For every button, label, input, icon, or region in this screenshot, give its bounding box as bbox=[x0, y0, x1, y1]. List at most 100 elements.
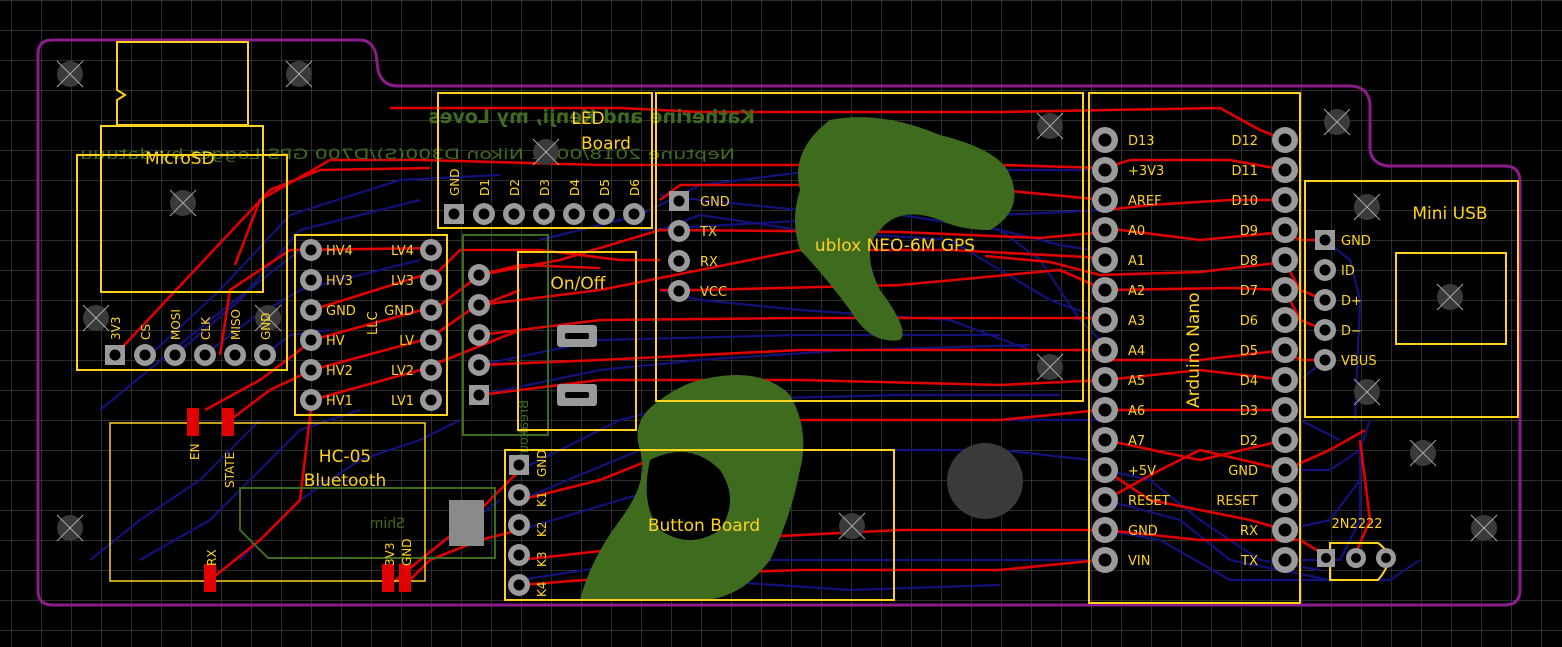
arduino-pin-label-l-9: A6 bbox=[1128, 404, 1145, 419]
arduino-pin-l-4-hole bbox=[1098, 253, 1112, 267]
transistor-pin-3-hole bbox=[1381, 553, 1391, 563]
usb-pin-label-2: D+ bbox=[1341, 294, 1362, 309]
bluetooth-pin-label-gnd: GND bbox=[400, 538, 414, 566]
arduino-pin-label-r-3: D9 bbox=[1240, 224, 1258, 239]
arduino-pin-l-13-hole bbox=[1098, 523, 1112, 537]
button-board-title: Button Board bbox=[648, 516, 760, 536]
bluetooth-pin-label-3v3: 3V3 bbox=[383, 543, 397, 566]
arduino-pin-label-l-11: +5V bbox=[1128, 464, 1156, 479]
llc-pin-hv-hole bbox=[305, 334, 317, 346]
breakout-pin-3-hole bbox=[473, 329, 485, 341]
gps-pin-label-gnd: GND bbox=[700, 195, 730, 210]
arduino-pin-label-r-5: D7 bbox=[1240, 284, 1258, 299]
bluetooth-pad-rx bbox=[204, 564, 216, 592]
llc-pin-label-hv3: HV3 bbox=[326, 274, 353, 289]
transistor-pin-2-hole bbox=[1351, 553, 1361, 563]
led-pin-d6-hole bbox=[628, 208, 640, 220]
led-pin-label-gnd: GND bbox=[448, 168, 462, 196]
arduino-pin-label-l-7: A4 bbox=[1128, 344, 1145, 359]
bluetooth-pin-label-en: EN bbox=[188, 443, 202, 460]
arduino-pin-l-1-hole bbox=[1098, 163, 1112, 177]
arduino-pin-l-10-hole bbox=[1098, 433, 1112, 447]
led-board-title-2: Board bbox=[581, 134, 631, 154]
microsd-pin-label-gnd: GND bbox=[259, 312, 273, 340]
button-pin-label-k3: K3 bbox=[535, 551, 549, 567]
llc-pin-label-gnd: GND bbox=[326, 304, 356, 319]
llc-pin-r-lv-hole bbox=[425, 334, 437, 346]
arduino-pin-label-l-13: GND bbox=[1128, 524, 1158, 539]
arduino-pin-label-r-4: D8 bbox=[1240, 254, 1258, 269]
llc-pin-label-hv1: HV1 bbox=[326, 394, 353, 409]
led-board-title-1: LED bbox=[571, 109, 604, 129]
microsd-pin-label-cs: CS bbox=[139, 324, 153, 340]
bluetooth-pad-state bbox=[222, 408, 234, 436]
llc-pin-r-lv2-hole bbox=[425, 364, 437, 376]
arduino-pin-label-r-8: D4 bbox=[1240, 374, 1258, 389]
usb-title: Mini USB bbox=[1412, 204, 1487, 224]
button-pin-gnd-hole bbox=[513, 459, 525, 471]
arduino-pin-label-l-2: AREF bbox=[1128, 194, 1162, 209]
arduino-pin-l-11-hole bbox=[1098, 463, 1112, 477]
usb-pin-2-hole bbox=[1319, 294, 1331, 306]
gps-title: ublox NEO-6M GPS bbox=[815, 236, 975, 256]
bluetooth-pin-label-state: STATE bbox=[223, 452, 237, 488]
microsd-pin-3v3-hole bbox=[109, 349, 121, 361]
led-pin-label-d5: D5 bbox=[598, 179, 612, 196]
arduino-pin-label-r-14: TX bbox=[1240, 554, 1258, 569]
llc-pin-r-lv4-hole bbox=[425, 244, 437, 256]
llc-pin-label-r-lv3: LV3 bbox=[391, 274, 414, 289]
arduino-pin-r-3-hole bbox=[1278, 223, 1292, 237]
button-pin-label-k2: K2 bbox=[535, 521, 549, 537]
gps-pin-vcc-hole bbox=[673, 285, 685, 297]
arduino-pin-label-r-13: RX bbox=[1240, 524, 1258, 539]
llc-pin-r-lv1-hole bbox=[425, 394, 437, 406]
llc-pin-label-r-lv4: LV4 bbox=[391, 244, 414, 259]
arduino-pin-label-r-12: RESET bbox=[1216, 494, 1258, 509]
onoff-title: On/Off bbox=[551, 274, 607, 294]
breakout-pin-2-hole bbox=[473, 299, 485, 311]
microsd-pin-label-miso: MISO bbox=[229, 309, 243, 340]
arduino-pin-r-0-hole bbox=[1278, 133, 1292, 147]
microsd-title: MicroSD bbox=[145, 149, 215, 169]
led-pin-d5-hole bbox=[598, 208, 610, 220]
transistor-pin-1-hole bbox=[1321, 553, 1331, 563]
bluetooth-pin-label-rx: RX bbox=[205, 549, 219, 566]
arduino-pin-label-l-4: A1 bbox=[1128, 254, 1145, 269]
led-pin-d3-hole bbox=[538, 208, 550, 220]
arduino-pin-r-8-hole bbox=[1278, 373, 1292, 387]
usb-pin-label-3: D− bbox=[1341, 324, 1362, 339]
microsd-pin-label-clk: CLK bbox=[199, 316, 213, 340]
llc-pin-label-hv: HV bbox=[326, 334, 345, 349]
onoff-slot-1-hole bbox=[565, 333, 589, 339]
arduino-pin-label-l-1: +3V3 bbox=[1128, 164, 1164, 179]
button-pin-k4-hole bbox=[513, 579, 525, 591]
llc-pin-label-r-lv: LV bbox=[399, 334, 414, 349]
arduino-pin-r-13-hole bbox=[1278, 523, 1292, 537]
transistor-pins bbox=[1317, 548, 1396, 568]
llc-pin-label-hv4: HV4 bbox=[326, 244, 353, 259]
microsd-pin-miso-hole bbox=[229, 349, 241, 361]
usb-pin-0-hole bbox=[1319, 234, 1331, 246]
arduino-pin-label-r-7: D5 bbox=[1240, 344, 1258, 359]
bluetooth-title-1: HC-05 bbox=[319, 447, 371, 467]
llc-pin-hv1-hole bbox=[305, 394, 317, 406]
led-pin-label-d2: D2 bbox=[508, 179, 522, 196]
arduino-pin-label-l-10: A7 bbox=[1128, 434, 1145, 449]
arduino-pin-label-r-1: D11 bbox=[1231, 164, 1258, 179]
transistor-title: 2N2222 bbox=[1331, 517, 1382, 532]
bluetooth-pad-gnd bbox=[399, 564, 411, 592]
led-pin-label-d3: D3 bbox=[538, 179, 552, 196]
arduino-pin-label-r-2: D10 bbox=[1231, 194, 1258, 209]
breakout-pin-4-hole bbox=[473, 359, 485, 371]
arduino-pin-label-r-0: D12 bbox=[1231, 134, 1258, 149]
led-pin-d4-hole bbox=[568, 208, 580, 220]
bluetooth-title-2: Bluetooth bbox=[304, 471, 387, 491]
button-pin-label-k4: K4 bbox=[535, 581, 549, 597]
arduino-pin-r-6-hole bbox=[1278, 313, 1292, 327]
arduino-pin-label-l-8: A5 bbox=[1128, 374, 1145, 389]
onoff-slot-2-hole bbox=[565, 392, 589, 398]
arduino-pin-label-l-3: A0 bbox=[1128, 224, 1145, 239]
microsd-pin-label-mosi: MOSI bbox=[169, 309, 183, 340]
arduino-pin-l-5-hole bbox=[1098, 283, 1112, 297]
button-pin-k3-hole bbox=[513, 549, 525, 561]
